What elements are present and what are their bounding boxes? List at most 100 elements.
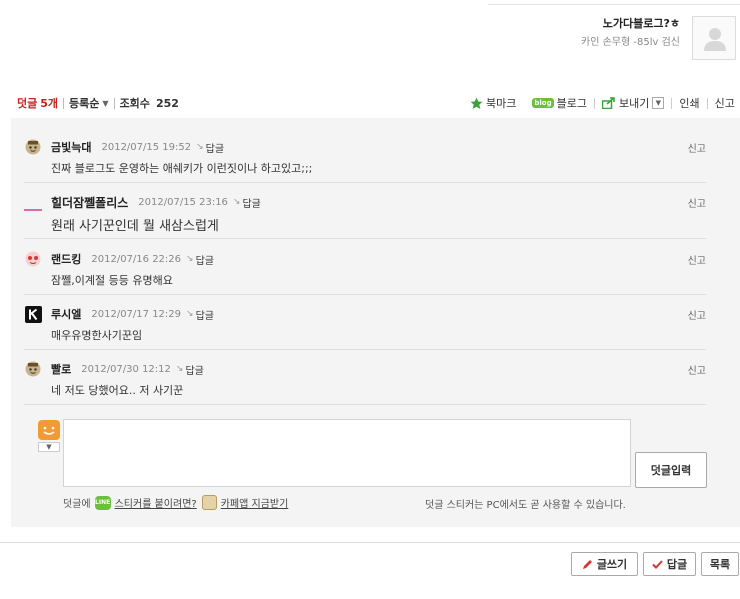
blog-icon: blog [532,98,554,108]
reply-post-button[interactable]: 답글 [643,552,696,576]
reply-arrow-icon: ↘ [186,309,194,319]
line-icon: LINE [94,495,111,510]
comment-text: 매우유명한사기꾼임 [51,329,143,342]
author-name[interactable]: 노가다블로그?ㅎ [603,15,680,31]
star-icon [470,97,483,110]
divider [593,97,595,109]
sort-dropdown[interactable]: 등록순 ▼ [69,95,109,111]
comment-divider [24,349,706,350]
comment-nickname[interactable]: 랜드킹 [51,251,81,267]
divider [63,97,65,109]
check-icon [652,559,663,570]
send-label: 보내기 [618,97,650,110]
print-button[interactable]: 인쇄 [679,95,699,111]
reply-post-label: 답글 [666,558,688,571]
avatar[interactable] [24,138,42,156]
chevron-down-icon[interactable]: ▼ [38,442,60,452]
reply-link[interactable]: ↘ 답글 [186,252,214,267]
reply-arrow-icon: ↘ [175,364,184,374]
sticker-note: 덧글 스티커는 PC에서도 곧 사용할 수 있습니다. [425,500,626,511]
character-face-icon [25,251,41,267]
comment-nickname[interactable]: 빨로 [51,361,71,377]
sticker-selector[interactable]: ▼ [38,420,60,452]
comment-label[interactable]: 덧글 [17,95,37,111]
report-post-button[interactable]: 신고 [715,95,735,111]
report-button[interactable]: 신고 [688,140,706,155]
comment-nickname[interactable]: 힐더잠쩰폴리스 [51,194,128,211]
sort-label: 등록순 [69,97,100,110]
caret-down-icon: ▼ [102,98,109,108]
bookmark-label: 북마크 [486,97,517,110]
hint-prefix: 덧글에 [63,499,91,510]
comment-nickname[interactable]: 금빛늑대 [51,139,91,155]
blog-label: 블로그 [556,97,587,110]
comment-divider [24,294,706,295]
comment-count[interactable]: 5개 [40,95,58,111]
comment-date: 2012/07/30 12:12 [81,363,171,375]
bookmark-button[interactable]: 북마크 [470,95,516,111]
report-button[interactable]: 신고 [688,362,706,377]
comment-divider [24,182,706,183]
comment-item: 빨로 2012/07/30 12:12 ↘ 답글 신고 네 저도 당했어요.. 저… [24,360,706,398]
share-icon [601,97,616,109]
blog-share-button[interactable]: blog 블로그 [532,95,587,111]
write-post-label: 글쓰기 [596,558,628,571]
comment-date: 2012/07/15 23:16 [138,196,228,208]
avatar[interactable] [24,193,42,211]
bottom-divider [0,542,740,543]
reply-link[interactable]: ↘ 답글 [176,362,204,377]
author-avatar[interactable] [692,16,736,60]
divider [671,97,673,109]
reply-label: 답글 [185,365,204,377]
reply-link[interactable]: ↘ 답글 [196,140,224,155]
reply-arrow-icon: ↘ [186,254,194,264]
character-face-icon [25,139,41,155]
post-actions: 북마크 blog 블로그 보내기 ▼ 인쇄 신고 [470,94,735,112]
avatar[interactable] [24,360,42,378]
submit-comment-button[interactable]: 덧글입력 [635,452,707,488]
divider [706,97,708,109]
report-button[interactable]: 신고 [688,195,706,210]
comment-item: 루시엘 2012/07/17 12:29 ↘ 답글 신고 매우유명한사기꾼임 [24,305,706,343]
comment-nickname[interactable]: 루시엘 [51,306,81,322]
avatar[interactable] [24,305,42,323]
send-button[interactable]: 보내기 ▼ [601,95,665,111]
reply-link[interactable]: ↘ 답글 [233,195,261,210]
comment-date: 2012/07/16 22:26 [91,253,182,265]
reply-arrow-icon: ↘ [196,142,204,152]
comment-text: 진짜 블로그도 운영하는 애쉐키가 이런짓이나 하고있고;;; [51,162,313,175]
comment-item: 힐더잠쩰폴리스 2012/07/15 23:16 ↘ 답글 신고 원래 사기꾼인데… [24,193,706,234]
author-divider [488,4,740,5]
comment-item: 랜드킹 2012/07/16 22:26 ↘ 답글 신고 잠쩰,이계절 등등 유명… [24,250,706,288]
reply-link[interactable]: ↘ 답글 [186,307,214,322]
report-button[interactable]: 신고 [688,252,706,267]
empty-avatar-icon [24,209,42,211]
sticker-hint: 덧글에 LINE 스티커를 붙이려면? 카페앱 지금받기 [63,495,288,510]
cafe-app-icon [201,495,217,510]
comment-divider [24,404,706,405]
sticker-help-link[interactable]: 스티커를 붙이려면? [115,495,197,510]
divider [113,97,115,109]
comment-divider [24,238,706,239]
reply-label: 답글 [242,198,261,210]
comment-input[interactable] [63,419,631,487]
default-avatar-icon [704,28,726,51]
reply-label: 답글 [195,255,214,267]
reply-label: 답글 [205,143,225,155]
write-post-button[interactable]: 글쓰기 [571,552,638,576]
reply-label: 답글 [195,310,214,322]
comment-date: 2012/07/15 19:52 [101,141,192,153]
report-button[interactable]: 신고 [688,307,706,322]
cafe-app-link[interactable]: 카페앱 지금받기 [221,495,289,510]
list-button[interactable]: 목록 [701,552,739,576]
pencil-icon [582,559,593,570]
comment-text: 잠쩰,이계절 등등 유명해요 [51,274,173,287]
chevron-down-icon[interactable]: ▼ [652,97,665,109]
reply-arrow-icon: ↘ [232,197,241,207]
k-logo-icon [24,305,42,323]
views-label: 조회수 [119,97,150,110]
avatar[interactable] [24,250,42,268]
comment-item: 금빛늑대 2012/07/15 19:52 ↘ 답글 신고 진짜 블로그도 운영하… [24,138,706,176]
sticker-face-icon [38,420,60,440]
character-face-icon [25,361,41,377]
